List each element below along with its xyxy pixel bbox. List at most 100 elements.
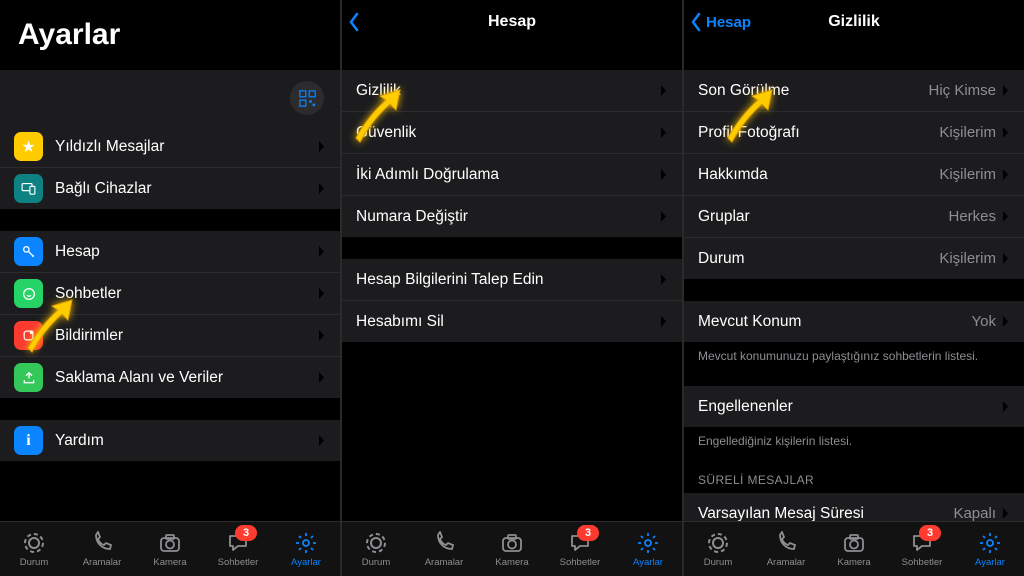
chevron-right-icon	[1002, 400, 1010, 413]
page-title: Ayarlar	[0, 0, 340, 62]
row-request-info[interactable]: Hesap Bilgilerini Talep Edin	[342, 259, 682, 301]
calls-icon	[774, 531, 798, 555]
tab-label: Sohbetler	[560, 557, 601, 568]
row-security[interactable]: Güvenlik	[342, 112, 682, 154]
row-linked-devices[interactable]: Bağlı Cihazlar	[0, 168, 340, 209]
tab-label: Kamera	[153, 557, 186, 568]
tab-status[interactable]: Durum	[684, 522, 752, 576]
chats-badge: 3	[235, 525, 257, 541]
row-label: Gizlilik	[356, 82, 660, 100]
info-icon: i	[14, 426, 43, 455]
row-delete-account[interactable]: Hesabımı Sil	[342, 301, 682, 342]
calls-icon	[432, 531, 456, 555]
devices-icon	[14, 174, 43, 203]
row-label: Sohbetler	[55, 285, 318, 303]
tab-label: Ayarlar	[633, 557, 663, 568]
chevron-right-icon	[318, 434, 326, 447]
row-label: Engellenenler	[698, 398, 1002, 416]
tab-chats[interactable]: Sohbetler 3	[888, 522, 956, 576]
row-value: Yok	[972, 313, 996, 330]
tab-status[interactable]: Durum	[0, 522, 68, 576]
row-label: Bağlı Cihazlar	[55, 180, 318, 198]
row-label: Durum	[698, 250, 939, 268]
row-help[interactable]: i Yardım	[0, 420, 340, 461]
tab-camera[interactable]: Kamera	[136, 522, 204, 576]
row-value: Kapalı	[953, 505, 996, 521]
row-starred[interactable]: ★ Yıldızlı Mesajlar	[0, 126, 340, 168]
row-profile-photo[interactable]: Profil FotoğrafıKişilerim	[684, 112, 1024, 154]
camera-icon	[158, 531, 182, 555]
header-title: Hesap	[488, 13, 536, 31]
row-label: Son Görülme	[698, 82, 928, 100]
status-icon	[22, 531, 46, 555]
tab-label: Durum	[362, 557, 391, 568]
star-icon: ★	[14, 132, 43, 161]
chevron-right-icon	[660, 84, 668, 97]
row-two-step[interactable]: İki Adımlı Doğrulama	[342, 154, 682, 196]
screen-settings: Ayarlar ★ Yıldızlı Mesajlar Bağlı Cihazl…	[0, 0, 340, 576]
tab-label: Sohbetler	[218, 557, 259, 568]
row-value: Hiç Kimse	[928, 82, 996, 99]
row-notifications[interactable]: Bildirimler	[0, 315, 340, 357]
row-about[interactable]: HakkımdaKişilerim	[684, 154, 1024, 196]
row-label: Varsayılan Mesaj Süresi	[698, 505, 953, 521]
tab-chats[interactable]: Sohbetler3	[546, 522, 614, 576]
camera-icon	[842, 531, 866, 555]
blocked-note: Engellediğiniz kişilerin listesi.	[684, 427, 1024, 449]
row-privacy[interactable]: Gizlilik	[342, 70, 682, 112]
account-content: Gizlilik Güvenlik İki Adımlı Doğrulama N…	[342, 44, 682, 521]
chevron-right-icon	[1002, 315, 1010, 328]
chevron-right-icon	[318, 371, 326, 384]
header: Hesap	[342, 0, 682, 44]
row-default-timer[interactable]: Varsayılan Mesaj SüresiKapalı	[684, 493, 1024, 521]
tab-label: Sohbetler	[902, 557, 943, 568]
header: Hesap Gizlilik	[684, 0, 1024, 44]
row-storage[interactable]: Saklama Alanı ve Veriler	[0, 357, 340, 398]
tab-calls[interactable]: Aramalar	[68, 522, 136, 576]
tab-status[interactable]: Durum	[342, 522, 410, 576]
tab-camera[interactable]: Kamera	[478, 522, 546, 576]
tab-settings[interactable]: Ayarlar	[614, 522, 682, 576]
back-button[interactable]	[348, 0, 364, 44]
whatsapp-icon	[14, 279, 43, 308]
notification-icon	[14, 321, 43, 350]
row-label: Profil Fotoğrafı	[698, 124, 939, 142]
qr-button[interactable]	[290, 81, 324, 115]
row-status[interactable]: DurumKişilerim	[684, 238, 1024, 279]
chevron-left-icon	[690, 12, 702, 32]
row-change-number[interactable]: Numara Değiştir	[342, 196, 682, 237]
chevron-right-icon	[1002, 84, 1010, 97]
tabbar: Durum Aramalar Kamera Sohbetler 3 Ayarlar	[684, 521, 1024, 576]
row-label: Bildirimler	[55, 327, 318, 345]
status-icon	[706, 531, 730, 555]
row-account[interactable]: Hesap	[0, 231, 340, 273]
chats-badge: 3	[919, 525, 941, 541]
row-blocked[interactable]: Engellenenler	[684, 386, 1024, 427]
tab-label: Ayarlar	[291, 557, 321, 568]
tab-calls[interactable]: Aramalar	[752, 522, 820, 576]
back-button[interactable]: Hesap	[690, 0, 751, 44]
tab-label: Aramalar	[767, 557, 806, 568]
section-header-timed: SÜRELİ MESAJLAR	[684, 449, 1024, 493]
tab-label: Ayarlar	[975, 557, 1005, 568]
status-icon	[364, 531, 388, 555]
row-label: Yardım	[55, 432, 318, 450]
chevron-right-icon	[1002, 126, 1010, 139]
chevron-right-icon	[318, 140, 326, 153]
row-live-location[interactable]: Mevcut KonumYok	[684, 301, 1024, 342]
chevron-right-icon	[1002, 210, 1010, 223]
row-chats[interactable]: Sohbetler	[0, 273, 340, 315]
live-location-note: Mevcut konumunuzu paylaştığınız sohbetle…	[684, 342, 1024, 364]
chevron-right-icon	[318, 182, 326, 195]
profile-strip[interactable]	[0, 70, 340, 126]
tab-calls[interactable]: Aramalar	[410, 522, 478, 576]
row-last-seen[interactable]: Son GörülmeHiç Kimse	[684, 70, 1024, 112]
tab-settings[interactable]: Ayarlar	[956, 522, 1024, 576]
tab-camera[interactable]: Kamera	[820, 522, 888, 576]
row-groups[interactable]: GruplarHerkes	[684, 196, 1024, 238]
chevron-right-icon	[1002, 252, 1010, 265]
chevron-right-icon	[1002, 507, 1010, 520]
row-value: Kişilerim	[939, 250, 996, 267]
tab-chats[interactable]: Sohbetler 3	[204, 522, 272, 576]
tab-settings[interactable]: Ayarlar	[272, 522, 340, 576]
